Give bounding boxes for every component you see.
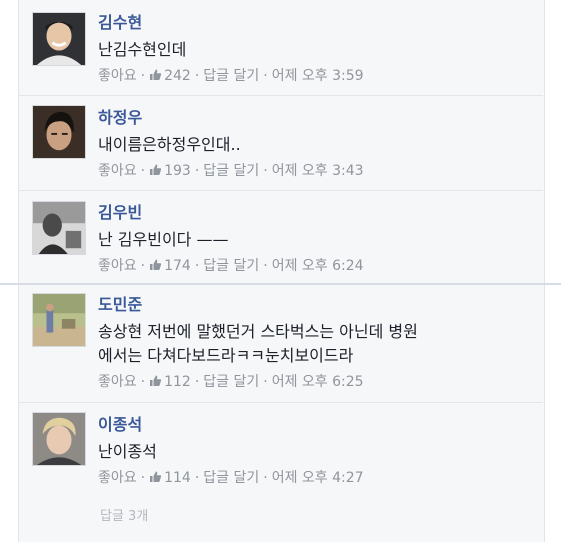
comment-divider [18, 402, 543, 403]
separator: · [194, 258, 200, 274]
separator: · [140, 470, 146, 486]
comment-divider [18, 95, 543, 96]
avatar[interactable] [32, 12, 86, 66]
comment-text: 송상현 저번에 말했던거 스타벅스는 아닌데 병원 에서는 다쳐다보드라ㅋㅋ눈치… [98, 322, 418, 365]
comment-meta: 좋아요 · 112 · 답글 달기 · 어제 오후 6:25 [98, 373, 533, 391]
separator: · [263, 68, 268, 84]
like-count[interactable]: 112 [164, 374, 191, 390]
comment-body: 이종석 난이종석 좋아요 · 114 · 답글 달기 · 어제 오후 4:27 [98, 415, 533, 487]
separator: · [263, 374, 268, 390]
commenter-name[interactable]: 김우빈 [98, 203, 533, 223]
reply-link[interactable]: 답글 달기 [203, 470, 259, 486]
comment-meta: 좋아요 · 242 · 답글 달기 · 어제 오후 3:59 [98, 67, 533, 85]
separator: · [140, 258, 146, 274]
commenter-name[interactable]: 김수현 [98, 13, 533, 33]
avatar-photo [33, 106, 85, 158]
separator: · [140, 68, 146, 84]
thumbs-up-icon [149, 258, 164, 274]
like-count[interactable]: 174 [164, 258, 191, 274]
like-link[interactable]: 좋아요 [98, 470, 137, 486]
comment-body: 김우빈 난 김우빈이다 —— 좋아요 · 174 · 답글 달기 · 어제 오후 6:24 [98, 203, 533, 275]
comment-timestamp[interactable]: 어제 오후 4:27 [272, 470, 364, 486]
comment-text: 난김수현인데 [98, 40, 187, 59]
avatar-photo [33, 13, 85, 65]
thumbs-up-icon [149, 470, 164, 486]
commenter-name[interactable]: 이종석 [98, 415, 533, 435]
avatar[interactable] [32, 201, 86, 255]
comment-timestamp[interactable]: 어제 오후 3:59 [272, 68, 364, 84]
like-link[interactable]: 좋아요 [98, 374, 137, 390]
comment-body: 김수현 난김수현인데 좋아요 · 242 · 답글 달기 · 어제 오후 3:59 [98, 13, 533, 85]
like-link[interactable]: 좋아요 [98, 68, 137, 84]
like-count[interactable]: 193 [164, 163, 191, 179]
thumbs-up-icon [149, 68, 164, 84]
separator: · [194, 374, 200, 390]
comment-timestamp[interactable]: 어제 오후 6:25 [272, 374, 364, 390]
comment-divider [18, 190, 543, 191]
comment-text: 난이종석 [98, 442, 157, 461]
comment-text: 난 김우빈이다 —— [98, 230, 229, 249]
reply-link[interactable]: 답글 달기 [203, 374, 259, 390]
comment-timestamp[interactable]: 어제 오후 6:24 [272, 258, 364, 274]
like-count[interactable]: 242 [164, 68, 191, 84]
separator: · [263, 470, 268, 486]
section-divider [0, 283, 561, 285]
separator: · [194, 68, 200, 84]
commenter-name[interactable]: 도민준 [98, 295, 533, 315]
commenter-name[interactable]: 하정우 [98, 108, 533, 128]
avatar[interactable] [32, 105, 86, 159]
like-link[interactable]: 좋아요 [98, 258, 137, 274]
thumbs-up-icon [149, 374, 164, 390]
comment-meta: 좋아요 · 174 · 답글 달기 · 어제 오후 6:24 [98, 257, 533, 275]
separator: · [140, 374, 146, 390]
reply-link[interactable]: 답글 달기 [203, 258, 259, 274]
avatar-photo [33, 202, 85, 254]
comment-meta: 좋아요 · 114 · 답글 달기 · 어제 오후 4:27 [98, 469, 533, 487]
separator: · [194, 470, 200, 486]
like-count[interactable]: 114 [164, 470, 191, 486]
comment-body: 하정우 내이름은하정우인대.. 좋아요 · 193 · 답글 달기 · 어제 오후 3:43 [98, 108, 533, 180]
comment-timestamp[interactable]: 어제 오후 3:43 [272, 163, 364, 179]
like-link[interactable]: 좋아요 [98, 163, 137, 179]
separator: · [194, 163, 200, 179]
comment-meta: 좋아요 · 193 · 답글 달기 · 어제 오후 3:43 [98, 162, 533, 180]
separator: · [140, 163, 146, 179]
separator: · [263, 163, 268, 179]
reply-link[interactable]: 답글 달기 [203, 163, 259, 179]
comment-text: 내이름은하정우인대.. [98, 135, 241, 154]
separator: · [263, 258, 268, 274]
comment-body: 도민준 송상현 저번에 말했던거 스타벅스는 아닌데 병원 에서는 다쳐다보드라… [98, 295, 533, 391]
avatar-photo [33, 413, 85, 465]
reply-link[interactable]: 답글 달기 [203, 68, 259, 84]
avatar[interactable] [32, 412, 86, 466]
view-more-replies-link[interactable]: 답글 3개 [100, 505, 148, 524]
avatar[interactable] [32, 293, 86, 347]
thumbs-up-icon [149, 163, 164, 179]
avatar-photo [33, 294, 85, 346]
